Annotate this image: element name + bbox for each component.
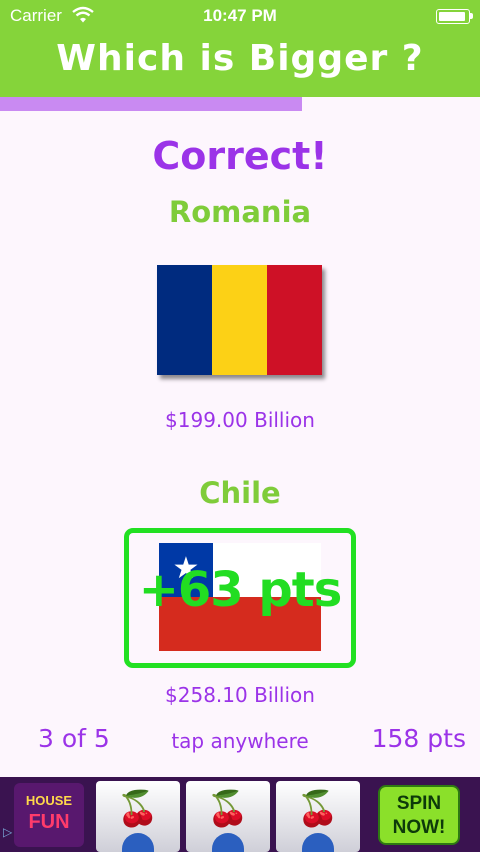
ad-logo-line2: FUN	[28, 811, 70, 833]
game-footer[interactable]: 3 of 5 tap anywhere 158 pts	[0, 724, 480, 760]
spin-now-button[interactable]: SPIN NOW!	[378, 785, 460, 845]
country-name-top: Romania	[168, 195, 312, 229]
points-gained-label: +63 pts	[138, 562, 343, 618]
ad-choices-icon[interactable]: ▷	[3, 825, 17, 839]
ad-logo-line1: HOUSE	[25, 793, 73, 808]
cherry-icon: 🍒	[296, 789, 340, 829]
flag-stripe-red	[267, 265, 322, 375]
slot-reel: 🍒	[186, 781, 270, 852]
flag-stripe-blue	[157, 265, 212, 375]
page-title: Which is Bigger ?	[56, 38, 424, 79]
slot-reel: 🍒	[276, 781, 360, 852]
country-value-bottom: $258.10 Billion	[165, 683, 315, 707]
orb-icon	[212, 833, 244, 852]
cherry-icon: 🍒	[206, 789, 250, 829]
score-label: 158 pts	[371, 724, 466, 753]
slot-reel: 🍒	[96, 781, 180, 852]
battery-icon	[436, 9, 473, 24]
country-name-bottom: Chile	[199, 476, 281, 510]
result-label: Correct!	[152, 134, 328, 178]
spin-now-line2: NOW!	[392, 817, 446, 838]
status-time: 10:47 PM	[203, 6, 277, 25]
flag-stripe-yellow	[212, 265, 267, 375]
progress-bar	[0, 97, 480, 111]
cherry-icon: 🍒	[116, 789, 160, 829]
orb-icon	[122, 833, 154, 852]
spin-now-line1: SPIN	[396, 793, 442, 814]
orb-icon	[302, 833, 334, 852]
country-value-top: $199.00 Billion	[165, 408, 315, 432]
app-header: Carrier 10:47 PM Which is Bigger ?	[0, 0, 480, 97]
ad-banner[interactable]: HOUSE FUN 🍒 🍒 🍒 SPIN NOW! ▷	[0, 777, 480, 852]
progress-bar-fill	[0, 97, 303, 111]
ad-logo: HOUSE FUN	[14, 783, 84, 847]
romania-flag[interactable]	[157, 265, 322, 375]
status-bar: Carrier 10:47 PM	[0, 0, 480, 32]
